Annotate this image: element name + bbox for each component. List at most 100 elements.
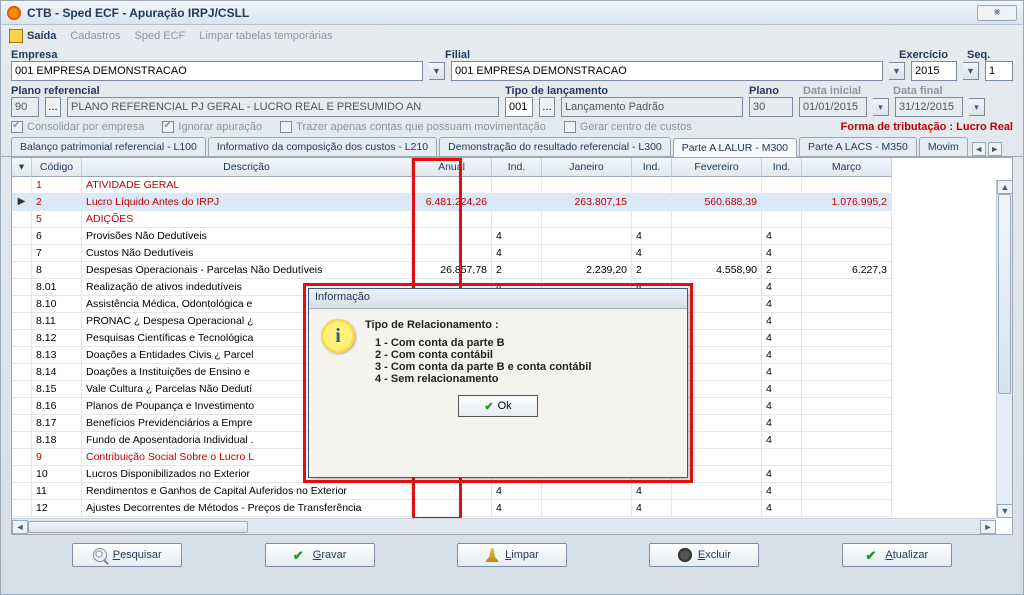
table-row[interactable]: 11Rendimentos e Ganhos de Capital Auferi… xyxy=(12,483,1012,500)
scroll-right-icon[interactable]: ► xyxy=(980,520,996,534)
table-row[interactable]: 8.14Doações a Instituições de Ensino e44… xyxy=(12,364,1012,381)
tipo-lanc-code[interactable]: 001 xyxy=(505,97,533,117)
table-row[interactable]: 9Contribuição Social Sobre o Lucro L,65 xyxy=(12,449,1012,466)
limpar-button[interactable]: Limpar xyxy=(457,543,567,567)
cell-marco xyxy=(802,347,892,364)
menu-sped-ecf[interactable]: Sped ECF xyxy=(135,30,186,42)
cell-fevereiro xyxy=(672,449,762,466)
chevron-down-icon[interactable]: ▼ xyxy=(889,62,905,80)
exit-icon xyxy=(9,29,23,43)
cell-ind3: 4 xyxy=(762,500,802,517)
row-marker xyxy=(12,398,32,415)
table-row[interactable]: 8.13Doações a Entidades Civis ¿ Parcel44… xyxy=(12,347,1012,364)
row-marker xyxy=(12,500,32,517)
tabs: Balanço patrimonial referencial - L100 I… xyxy=(1,137,1023,157)
calendar-icon[interactable]: ▾ xyxy=(873,98,889,116)
chevron-down-icon[interactable]: ▼ xyxy=(963,62,979,80)
atualizar-button[interactable]: Atualizar xyxy=(842,543,952,567)
col-fevereiro[interactable]: Fevereiro xyxy=(672,158,762,177)
cell-ind2: 4 xyxy=(632,279,672,296)
col-ind[interactable]: Ind. xyxy=(492,158,542,177)
cell-ind: 4 xyxy=(492,347,542,364)
label-filial: Filial xyxy=(445,49,893,61)
table-row[interactable]: 1ATIVIDADE GERAL xyxy=(12,177,1012,194)
chk-ignorar[interactable]: Ignorar apuração xyxy=(162,121,262,133)
col-marco[interactable]: Março xyxy=(802,158,892,177)
scroll-up-icon[interactable]: ▲ xyxy=(997,180,1013,194)
vertical-scrollbar[interactable]: ▲ ▼ xyxy=(996,180,1012,518)
menubar: Saída Cadastros Sped ECF Limpar tabelas … xyxy=(1,25,1023,47)
table-row[interactable]: 8.10Assistência Médica, Odontológica e44… xyxy=(12,296,1012,313)
horizontal-scrollbar[interactable]: ◄ ► xyxy=(12,518,996,534)
tab-l210[interactable]: Informativo da composição dos custos - L… xyxy=(208,137,437,156)
exercicio-input[interactable]: 2015 xyxy=(911,61,957,81)
cell-ind2: 4 xyxy=(632,245,672,262)
cell-fevereiro xyxy=(672,415,762,432)
calendar-icon[interactable]: ▾ xyxy=(969,98,985,116)
table-row[interactable]: 8Despesas Operacionais - Parcelas Não De… xyxy=(12,262,1012,279)
tab-m300[interactable]: Parte A LALUR - M300 xyxy=(673,138,797,157)
col-ind2[interactable]: Ind. xyxy=(632,158,672,177)
lookup-icon[interactable]: ... xyxy=(539,97,555,117)
tab-scroll-right[interactable]: ► xyxy=(988,142,1002,156)
seq-input[interactable]: 1 xyxy=(985,61,1013,81)
col-anual[interactable]: Anual xyxy=(412,158,492,177)
tab-l300[interactable]: Demonstração do resultado referencial - … xyxy=(439,137,671,156)
table-row[interactable]: 8.18Fundo de Aposentadoria Individual .4… xyxy=(12,432,1012,449)
menu-cadastros[interactable]: Cadastros xyxy=(70,30,120,42)
empresa-select[interactable]: 001 EMPRESA DEMONSTRACAO xyxy=(11,61,423,81)
table-row[interactable]: 8.01Realização de ativos indedutíveis444 xyxy=(12,279,1012,296)
table-row[interactable]: 5ADIÇÕES xyxy=(12,211,1012,228)
cell-codigo: 8.13 xyxy=(32,347,82,364)
tab-m350[interactable]: Parte A LACS - M350 xyxy=(799,137,917,156)
scroll-left-icon[interactable]: ◄ xyxy=(12,520,28,534)
plano-ref-code: 90 xyxy=(11,97,39,117)
cell-janeiro xyxy=(542,364,632,381)
chevron-down-icon[interactable]: ▼ xyxy=(429,62,445,80)
col-ind3[interactable]: Ind. xyxy=(762,158,802,177)
table-row[interactable]: ▶2Lucro Líquido Antes do IRPJ6.481.224,2… xyxy=(12,194,1012,211)
table-row[interactable]: 7Custos Não Dedutíveis444 xyxy=(12,245,1012,262)
cell-anual xyxy=(412,211,492,228)
cell-ind2: 4 xyxy=(632,466,672,483)
table-row[interactable]: 8.11PRONAC ¿ Despesa Operacional ¿444 xyxy=(12,313,1012,330)
cell-fevereiro xyxy=(672,313,762,330)
menu-saida[interactable]: Saída xyxy=(27,30,56,42)
tab-movim[interactable]: Movim xyxy=(919,137,968,156)
tab-scroll-left[interactable]: ◄ xyxy=(972,142,986,156)
row-marker xyxy=(12,483,32,500)
chk-centro-custos[interactable]: Gerar centro de custos xyxy=(564,121,692,133)
cell-fevereiro xyxy=(672,228,762,245)
cell-marco xyxy=(802,313,892,330)
excluir-button[interactable]: Excluir xyxy=(649,543,759,567)
tab-l100[interactable]: Balanço patrimonial referencial - L100 xyxy=(11,137,206,156)
table-row[interactable]: 10Lucros Disponibilizados no Exterior444 xyxy=(12,466,1012,483)
row-marker xyxy=(12,313,32,330)
lookup-icon[interactable]: ... xyxy=(45,97,61,117)
table-row[interactable]: 8.12Pesquisas Científicas e Tecnológica4… xyxy=(12,330,1012,347)
table-row[interactable]: 8.17Benefícios Previdenciários a Empre44… xyxy=(12,415,1012,432)
cell-anual xyxy=(412,398,492,415)
col-marker[interactable]: ▾ xyxy=(12,158,32,177)
table-row[interactable]: 8.15Vale Cultura ¿ Parcelas Não Dedutí44… xyxy=(12,381,1012,398)
pesquisar-button[interactable]: Pesquisar xyxy=(72,543,182,567)
col-codigo[interactable]: Código xyxy=(32,158,82,177)
filial-select[interactable]: 001 EMPRESA DEMONSTRACAO xyxy=(451,61,883,81)
table-row[interactable]: 8.16Planos de Poupança e Investimento444 xyxy=(12,398,1012,415)
chk-consolidar[interactable]: Consolidar por empresa xyxy=(11,121,144,133)
cell-marco xyxy=(802,228,892,245)
close-button[interactable]: ⨳ xyxy=(977,5,1017,21)
menu-limpar-tabelas[interactable]: Limpar tabelas temporárias xyxy=(199,30,332,42)
titlebar: CTB - Sped ECF - Apuração IRPJ/CSLL ⨳ xyxy=(1,1,1023,25)
chk-trazer[interactable]: Trazer apenas contas que possuam movimen… xyxy=(280,121,546,133)
col-janeiro[interactable]: Janeiro xyxy=(542,158,632,177)
col-descricao[interactable]: Descrição xyxy=(82,158,412,177)
cell-fevereiro xyxy=(672,483,762,500)
table-row[interactable]: 12Ajustes Decorrentes de Métodos - Preço… xyxy=(12,500,1012,517)
app-icon xyxy=(7,6,21,20)
cell-janeiro xyxy=(542,228,632,245)
scroll-down-icon[interactable]: ▼ xyxy=(997,504,1013,518)
cell-codigo: 8.17 xyxy=(32,415,82,432)
table-row[interactable]: 6Provisões Não Dedutíveis444 xyxy=(12,228,1012,245)
gravar-button[interactable]: Gravar xyxy=(265,543,375,567)
